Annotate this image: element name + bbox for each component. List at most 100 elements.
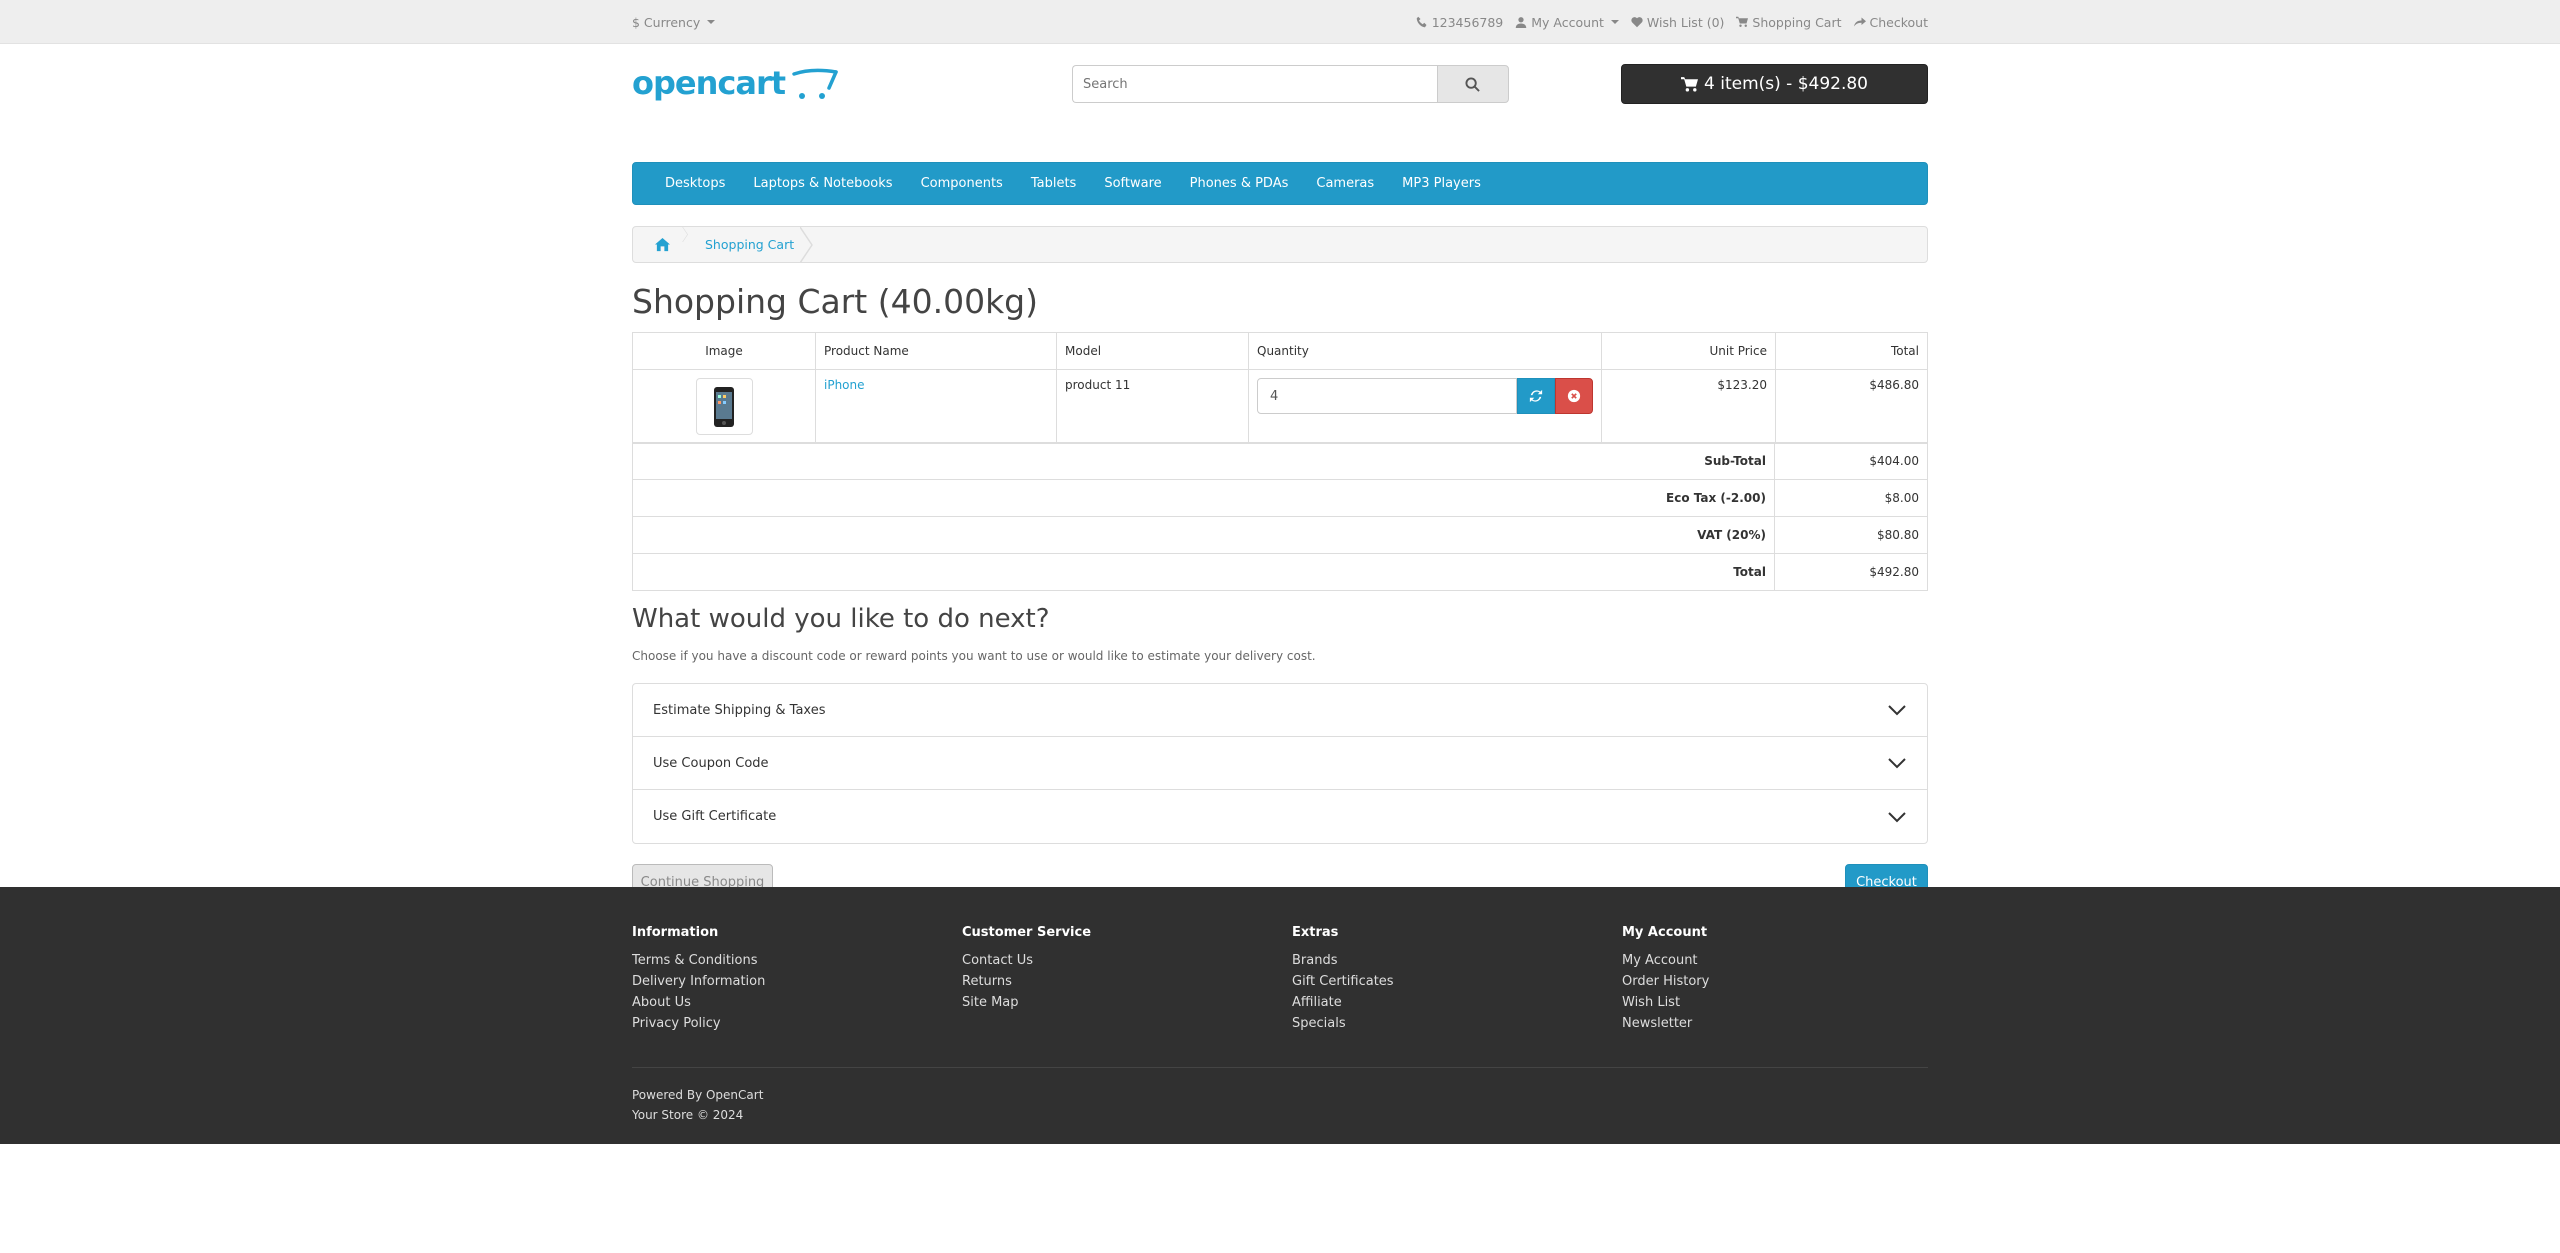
breadcrumb-separator: [800, 227, 814, 263]
breadcrumb-shopping-cart[interactable]: Shopping Cart: [691, 227, 814, 263]
footer-heading: My Account: [1622, 925, 1708, 940]
cart-total-button[interactable]: 4 item(s) - $492.80: [1621, 64, 1928, 104]
phone-label: 123456789: [1431, 14, 1504, 30]
footer-link-returns[interactable]: Returns: [962, 971, 1262, 992]
product-model-cell: product 11: [1056, 369, 1249, 444]
home-icon: [654, 237, 670, 252]
total-value: $492.80: [1774, 553, 1928, 591]
next-description: Choose if you have a discount code or re…: [632, 649, 1316, 663]
footer-link-delivery[interactable]: Delivery Information: [632, 971, 932, 992]
panel-estimate-shipping[interactable]: Estimate Shipping & Taxes: [633, 684, 1927, 737]
menu-item-desktops[interactable]: Desktops: [651, 176, 739, 191]
my-account-label: My Account: [1531, 14, 1604, 30]
wish-list-label: Wish List (0): [1646, 14, 1725, 30]
product-thumbnail[interactable]: [695, 378, 753, 435]
footer-my-account: My Account My Account Order History Wish…: [1622, 925, 1922, 1034]
opencart-link[interactable]: OpenCart: [706, 1088, 763, 1102]
totals-table: Sub-Total $404.00 Eco Tax (-2.00) $8.00 VA…: [632, 442, 1928, 591]
panel-coupon-code[interactable]: Use Coupon Code: [633, 737, 1927, 790]
footer-link-contact[interactable]: Contact Us: [962, 950, 1262, 971]
main-menu: Desktops Laptops & Notebooks Components …: [632, 162, 1928, 205]
menu-item-cameras[interactable]: Cameras: [1302, 176, 1388, 191]
chevron-down-icon: [1888, 705, 1906, 716]
vat-value: $80.80: [1774, 516, 1928, 554]
checkout-link[interactable]: Checkout: [1853, 14, 1928, 30]
page-title: Shopping Cart (40.00kg): [632, 282, 1039, 321]
logo[interactable]: opencart: [632, 64, 838, 104]
footer-link-brands[interactable]: Brands: [1292, 950, 1592, 971]
footer-link-wish-list[interactable]: Wish List: [1622, 992, 1922, 1013]
quantity-input[interactable]: [1257, 378, 1517, 414]
refresh-icon: [1529, 389, 1543, 403]
search-icon: [1465, 76, 1480, 92]
search-input[interactable]: [1072, 65, 1437, 103]
footer-link-specials[interactable]: Specials: [1292, 1013, 1592, 1034]
totals-row: Sub-Total $404.00: [632, 442, 1928, 480]
footer-link-order-history[interactable]: Order History: [1622, 971, 1922, 992]
total-label: Total: [632, 553, 1775, 591]
unit-price-cell: $123.20: [1601, 369, 1776, 444]
caret-down-icon: [707, 20, 716, 24]
product-link[interactable]: iPhone: [824, 378, 865, 392]
footer-link-privacy[interactable]: Privacy Policy: [632, 1013, 932, 1034]
search-button[interactable]: [1436, 65, 1509, 103]
iphone-image: [714, 386, 734, 427]
menu-item-laptops[interactable]: Laptops & Notebooks: [739, 176, 906, 191]
panel-title: Use Gift Certificate: [653, 809, 777, 824]
panel-title: Use Coupon Code: [653, 755, 769, 771]
subtotal-label: Sub-Total: [632, 442, 1775, 480]
currency-label: $ Currency: [632, 14, 701, 30]
breadcrumb-home[interactable]: [633, 227, 691, 262]
footer-link-newsletter[interactable]: Newsletter: [1622, 1013, 1922, 1034]
breadcrumb-label: Shopping Cart: [705, 237, 795, 252]
times-circle-icon: [1567, 389, 1581, 403]
footer-link-my-account[interactable]: My Account: [1622, 950, 1922, 971]
menu-item-phones[interactable]: Phones & PDAs: [1176, 176, 1303, 191]
caret-down-icon: [1610, 20, 1619, 24]
footer-heading: Information: [632, 925, 719, 940]
update-button[interactable]: [1517, 378, 1555, 414]
menu-item-tablets[interactable]: Tablets: [1017, 176, 1091, 191]
totals-row: VAT (20%) $80.80: [632, 516, 1928, 554]
vat-label: VAT (20%): [632, 516, 1775, 554]
powered-by: Powered By OpenCart Your Store © 2024: [632, 1085, 763, 1125]
cart-total-label: 4 item(s) - $492.80: [1704, 74, 1868, 94]
quantity-group: [1257, 378, 1593, 414]
menu-item-mp3[interactable]: MP3 Players: [1388, 176, 1495, 191]
chevron-down-icon: [1888, 811, 1906, 822]
checkout-label: Checkout: [1869, 14, 1928, 30]
currency-dropdown[interactable]: $ Currency: [632, 14, 716, 30]
footer-link-about[interactable]: About Us: [632, 992, 932, 1013]
subtotal-value: $404.00: [1774, 442, 1928, 480]
ecotax-label: Eco Tax (-2.00): [632, 479, 1775, 517]
copyright: Your Store © 2024: [632, 1108, 744, 1122]
menu-item-software[interactable]: Software: [1090, 176, 1175, 191]
next-title: What would you like to do next?: [632, 604, 1050, 634]
footer-link-affiliate[interactable]: Affiliate: [1292, 992, 1592, 1013]
menu-item-components[interactable]: Components: [907, 176, 1017, 191]
footer-link-terms[interactable]: Terms & Conditions: [632, 950, 932, 971]
options-accordion: Estimate Shipping & Taxes Use Coupon Cod…: [632, 683, 1928, 844]
shopping-cart-link[interactable]: Shopping Cart: [1736, 14, 1842, 30]
heart-icon: [1631, 17, 1643, 28]
phone-link[interactable]: 123456789: [1416, 14, 1504, 30]
ecotax-value: $8.00: [1774, 479, 1928, 517]
top-bar: $ Currency 123456789 My Account Wish Lis…: [0, 0, 2560, 44]
cart-icon: [1681, 76, 1698, 92]
footer-customer-service: Customer Service Contact Us Returns Site…: [962, 925, 1262, 1013]
wish-list-link[interactable]: Wish List (0): [1631, 14, 1725, 30]
product-name-cell: iPhone: [815, 369, 1057, 444]
search-bar: [1072, 65, 1509, 103]
remove-button[interactable]: [1555, 378, 1593, 414]
footer-link-gift-certificates[interactable]: Gift Certificates: [1292, 971, 1592, 992]
chevron-down-icon: [1888, 758, 1906, 769]
col-image: Image: [632, 332, 816, 370]
my-account-dropdown[interactable]: My Account: [1515, 15, 1619, 30]
logo-cart-icon: [792, 68, 838, 99]
panel-gift-certificate[interactable]: Use Gift Certificate: [633, 790, 1927, 843]
product-image-cell: [632, 369, 816, 444]
shopping-cart-label: Shopping Cart: [1752, 14, 1842, 30]
footer: Information Terms & Conditions Delivery …: [0, 887, 2560, 1144]
col-quantity: Quantity: [1248, 332, 1602, 370]
footer-link-sitemap[interactable]: Site Map: [962, 992, 1262, 1013]
